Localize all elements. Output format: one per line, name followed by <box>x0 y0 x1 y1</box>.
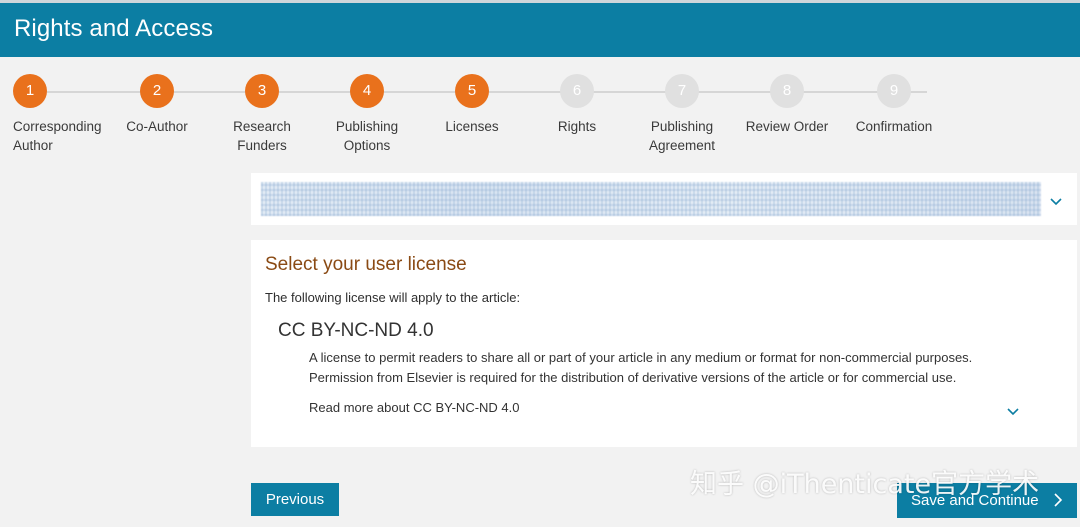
step-publishing-agreement: 7 Publishing Agreement <box>627 74 737 155</box>
step-label: Publishing Options <box>335 119 399 153</box>
license-panel: Select your user license The following l… <box>251 240 1077 447</box>
step-label: Publishing Agreement <box>648 119 716 153</box>
step-research-funders[interactable]: 3 Research Funders <box>207 74 317 155</box>
save-and-continue-button[interactable]: Save and Continue <box>897 483 1077 518</box>
step-label: Co-Author <box>126 119 188 134</box>
chevron-down-icon[interactable] <box>1048 193 1064 209</box>
license-name: CC BY-NC-ND 4.0 <box>278 320 434 341</box>
license-description-line: A license to permit readers to share all… <box>309 350 973 365</box>
step-co-author[interactable]: 2 Co-Author <box>102 74 212 136</box>
step-label: Confirmation <box>855 119 933 134</box>
step-number: 4 <box>350 74 384 108</box>
step-label: Research Funders <box>233 119 291 153</box>
page-title: Rights and Access <box>14 15 214 42</box>
step-label: Rights <box>557 119 597 134</box>
read-more-toggle[interactable]: Read more about CC BY-NC-ND 4.0 <box>309 400 520 415</box>
article-info-panel[interactable] <box>251 173 1077 225</box>
step-number: 7 <box>665 74 699 108</box>
step-label: Review Order <box>745 119 829 134</box>
save-and-continue-label: Save and Continue <box>911 492 1039 509</box>
step-number: 9 <box>877 74 911 108</box>
step-number: 1 <box>13 74 47 108</box>
step-number: 5 <box>455 74 489 108</box>
previous-button[interactable]: Previous <box>251 483 339 516</box>
step-label: Licenses <box>445 119 499 134</box>
blurred-article-title <box>261 182 1041 216</box>
license-intro: The following license will apply to the … <box>265 290 521 305</box>
step-rights: 6 Rights <box>522 74 632 136</box>
license-description: A license to permit readers to share all… <box>309 348 1029 388</box>
step-number: 6 <box>560 74 594 108</box>
chevron-down-icon[interactable] <box>1005 403 1021 419</box>
step-licenses[interactable]: 5 Licenses <box>417 74 527 136</box>
chevron-right-icon <box>1053 493 1063 507</box>
license-heading: Select your user license <box>265 254 467 275</box>
step-number: 8 <box>770 74 804 108</box>
progress-stepper: 1 Corresponding Author 2 Co-Author 3 Res… <box>0 74 1080 164</box>
step-number: 3 <box>245 74 279 108</box>
step-review-order: 8 Review Order <box>732 74 842 136</box>
step-number: 2 <box>140 74 174 108</box>
step-confirmation: 9 Confirmation <box>844 74 944 136</box>
license-description-line: Permission from Elsevier is required for… <box>309 370 957 385</box>
step-publishing-options[interactable]: 4 Publishing Options <box>312 74 422 155</box>
page-header: Rights and Access <box>0 3 1080 57</box>
